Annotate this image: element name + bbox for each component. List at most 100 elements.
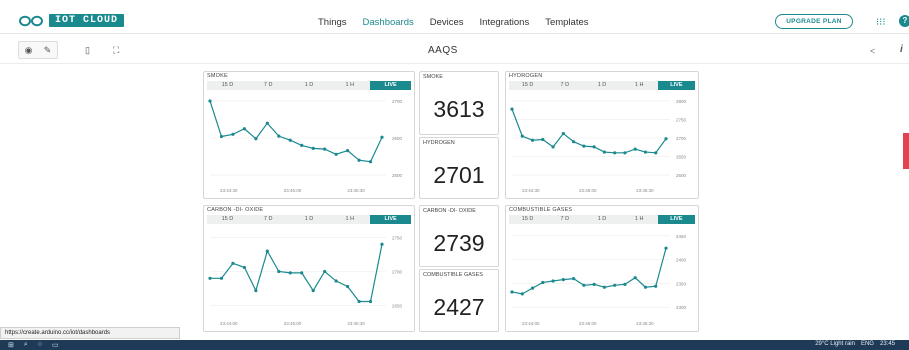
range-15d[interactable]: 15 D — [509, 215, 546, 224]
data-point[interactable] — [613, 151, 617, 155]
data-point[interactable] — [242, 265, 246, 270]
data-point[interactable] — [602, 150, 606, 154]
hydrogen-value-widget[interactable]: HYDROGEN 2701 — [419, 137, 499, 199]
nav-dashboards[interactable]: Dashboards — [363, 17, 414, 28]
data-point[interactable] — [551, 279, 555, 283]
range-1h[interactable]: 1 H — [621, 81, 658, 90]
hydrogen-chart-widget[interactable]: HYDROGEN 15 D 7 D 1 D 1 H LIVE 2800 2750 2… — [505, 71, 699, 199]
data-point[interactable] — [208, 99, 212, 103]
data-point[interactable] — [561, 277, 565, 282]
search-icon[interactable]: ⌕ — [24, 341, 28, 349]
data-point[interactable] — [357, 158, 361, 162]
data-point[interactable] — [572, 277, 576, 281]
data-point[interactable] — [643, 150, 648, 154]
data-point[interactable] — [219, 276, 224, 280]
data-point[interactable] — [208, 276, 212, 280]
help-icon[interactable]: ? — [899, 15, 909, 27]
range-live[interactable]: LIVE — [370, 81, 411, 90]
data-point[interactable] — [530, 138, 535, 142]
data-point[interactable] — [633, 276, 637, 280]
smoke-value-widget[interactable]: SMOKE 3613 — [419, 71, 499, 135]
data-point[interactable] — [643, 285, 648, 289]
range-live[interactable]: LIVE — [370, 215, 411, 224]
range-1d[interactable]: 1 D — [583, 215, 620, 224]
data-point[interactable] — [311, 288, 315, 293]
data-point[interactable] — [561, 131, 565, 136]
data-point[interactable] — [623, 151, 627, 155]
data-point[interactable] — [510, 107, 514, 111]
nav-templates[interactable]: Templates — [545, 17, 588, 28]
data-point[interactable] — [346, 148, 350, 153]
cortana-icon[interactable]: ○ — [38, 341, 42, 349]
range-7d[interactable]: 7 D — [546, 81, 583, 90]
range-15d[interactable]: 15 D — [207, 215, 248, 224]
info-icon[interactable]: i — [900, 44, 903, 55]
upgrade-plan-button[interactable]: UPGRADE PLAN — [775, 14, 853, 29]
data-point[interactable] — [582, 144, 586, 148]
data-point[interactable] — [357, 299, 361, 304]
range-1h[interactable]: 1 H — [329, 215, 370, 224]
data-point[interactable] — [572, 140, 576, 144]
data-point[interactable] — [380, 242, 384, 246]
data-point[interactable] — [265, 121, 269, 125]
eye-icon[interactable]: ◉ — [25, 45, 33, 56]
data-point[interactable] — [254, 288, 258, 293]
arduino-logo[interactable]: IOT CLOUD — [18, 14, 125, 27]
range-7d[interactable]: 7 D — [248, 81, 289, 90]
language-indicator[interactable]: ENG — [861, 341, 874, 347]
data-point[interactable] — [613, 283, 617, 287]
task-view-icon[interactable]: ▭ — [52, 341, 59, 349]
data-point[interactable] — [288, 138, 292, 142]
nav-devices[interactable]: Devices — [430, 17, 464, 28]
device-icon[interactable]: ▯ — [85, 45, 90, 56]
data-point[interactable] — [277, 269, 281, 274]
data-point[interactable] — [530, 286, 535, 290]
data-point[interactable] — [592, 282, 596, 286]
data-point[interactable] — [265, 249, 269, 253]
data-point[interactable] — [277, 134, 281, 138]
range-7d[interactable]: 7 D — [546, 215, 583, 224]
data-point[interactable] — [380, 135, 384, 139]
data-point[interactable] — [288, 271, 292, 275]
data-point[interactable] — [541, 280, 545, 285]
range-1d[interactable]: 1 D — [289, 215, 330, 224]
data-point[interactable] — [300, 143, 304, 148]
range-live[interactable]: LIVE — [657, 81, 696, 90]
data-point[interactable] — [664, 137, 668, 141]
data-point[interactable] — [323, 147, 327, 151]
clock[interactable]: 23:45 — [880, 341, 895, 347]
range-1h[interactable]: 1 H — [621, 215, 658, 224]
co2-value-widget[interactable]: CARBON -DI- OXIDE 2739 — [419, 205, 499, 267]
range-1d[interactable]: 1 D — [289, 81, 330, 90]
data-point[interactable] — [300, 271, 304, 275]
data-point[interactable] — [541, 137, 545, 142]
windows-start-icon[interactable]: ⊞ — [8, 341, 14, 349]
range-live[interactable]: LIVE — [657, 215, 696, 224]
data-point[interactable] — [582, 283, 586, 287]
co2-chart-widget[interactable]: CARBON -DI- OXIDE 15 D 7 D 1 D 1 H LIVE … — [203, 205, 415, 332]
weather-text[interactable]: 29°C Light rain — [815, 341, 855, 347]
apps-grid-icon[interactable]: ⁝⁝⁝ — [876, 17, 886, 28]
combustible-value-widget[interactable]: COMBUSTIBLE GASES 2427 — [419, 269, 499, 332]
data-point[interactable] — [311, 146, 315, 150]
combustible-chart-widget[interactable]: COMBUSTIBLE GASES 15 D 7 D 1 D 1 H LIVE … — [505, 205, 699, 332]
data-point[interactable] — [654, 151, 658, 155]
range-15d[interactable]: 15 D — [509, 81, 546, 90]
range-7d[interactable]: 7 D — [248, 215, 289, 224]
data-point[interactable] — [551, 145, 555, 149]
data-point[interactable] — [664, 246, 668, 250]
data-point[interactable] — [623, 282, 627, 286]
edit-icon[interactable]: ✎ — [44, 45, 52, 56]
data-point[interactable] — [231, 132, 235, 136]
data-point[interactable] — [242, 127, 246, 131]
data-point[interactable] — [592, 145, 596, 149]
data-point[interactable] — [654, 284, 658, 288]
smoke-chart-widget[interactable]: SMOKE 15 D 7 D 1 D 1 H LIVE 2700 2600 2500… — [203, 71, 415, 199]
range-1h[interactable]: 1 H — [329, 81, 370, 90]
data-point[interactable] — [323, 269, 327, 274]
range-15d[interactable]: 15 D — [207, 81, 248, 90]
nav-integrations[interactable]: Integrations — [480, 17, 530, 28]
fullscreen-icon[interactable]: ⛶ — [113, 45, 119, 56]
share-icon[interactable]: < — [870, 46, 875, 56]
range-1d[interactable]: 1 D — [583, 81, 620, 90]
